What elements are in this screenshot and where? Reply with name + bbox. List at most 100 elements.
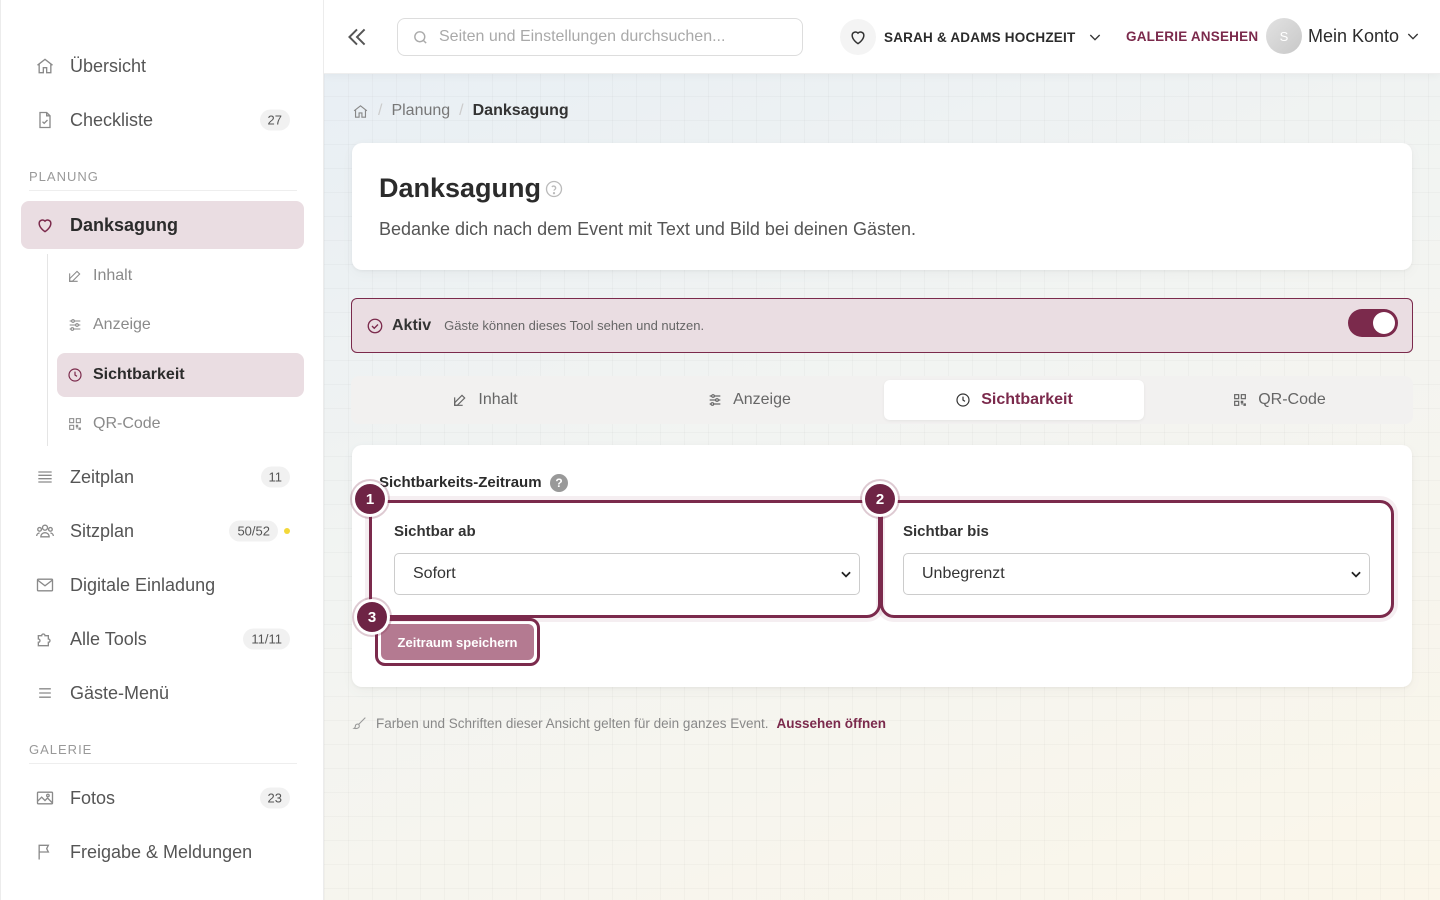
breadcrumb-separator: / <box>378 102 383 119</box>
heart-icon <box>840 19 876 55</box>
sidebar-item-label: Danksagung <box>70 214 179 235</box>
sidebar-item-label: Digitale Einladung <box>70 574 216 595</box>
breadcrumb-parent[interactable]: Planung <box>391 102 450 120</box>
breadcrumb: / Planung / Danksagung <box>352 102 569 120</box>
notification-dot <box>284 528 290 534</box>
breadcrumb-separator: / <box>459 102 464 119</box>
breadcrumb-current: Danksagung <box>472 102 569 119</box>
search-icon <box>414 30 427 44</box>
sidebar-item-label: Freigabe & Meldungen <box>70 841 253 862</box>
sidebar-item-digitale-einladung[interactable]: Digitale Einladung <box>21 561 304 609</box>
visible-from-label: Sichtbar ab <box>394 523 476 540</box>
menu-icon <box>34 682 56 704</box>
sidebar-subitem-inhalt[interactable]: Inhalt <box>57 254 304 298</box>
collapse-sidebar-icon[interactable] <box>344 24 370 50</box>
sidebar-item-uebersicht[interactable]: Übersicht <box>21 42 304 90</box>
account-menu[interactable]: S Mein Konto <box>1266 18 1421 54</box>
page-description: Bedanke dich nach dem Event mit Text und… <box>379 219 917 239</box>
sidebar: Übersicht Checkliste 27 PLANUNG Danksagu… <box>0 0 324 900</box>
sub-nav-line <box>47 254 48 446</box>
sidebar-subitem-anzeige[interactable]: Anzeige <box>57 303 304 347</box>
search-input[interactable] <box>439 28 779 46</box>
sidebar-subitem-qr-code[interactable]: QR-Code <box>57 402 304 446</box>
visibility-form-card: Sichtbarkeits-Zeitraum ? Sichtbar ab Sof… <box>352 445 1412 687</box>
sidebar-subitem-label: Anzeige <box>93 316 151 333</box>
clock-icon <box>67 367 83 383</box>
save-period-button[interactable]: Zeitraum speichern <box>381 624 534 660</box>
sidebar-item-label: Checkliste <box>70 109 154 130</box>
clock-icon <box>956 393 970 407</box>
sidebar-item-checkliste[interactable]: Checkliste 27 <box>21 96 304 144</box>
flag-icon <box>34 841 56 863</box>
footer-note: Farben und Schriften dieser Ansicht gelt… <box>352 715 886 731</box>
visible-until-value: Unbegrenzt <box>922 565 1005 582</box>
visible-until-label: Sichtbar bis <box>903 523 989 540</box>
view-gallery-link[interactable]: GALERIE ANSEHEN <box>1126 29 1258 44</box>
puzzle-icon <box>34 628 56 650</box>
sidebar-item-fotos[interactable]: Fotos 23 <box>21 774 304 822</box>
sidebar-item-label: Zeitplan <box>70 466 135 487</box>
sidebar-item-label: Übersicht <box>70 55 147 76</box>
step-marker-3: 3 <box>357 602 387 632</box>
tab-bar: Inhalt Anzeige Sichtbarkeit QR-Code <box>351 376 1413 424</box>
tab-label: Sichtbarkeit <box>981 391 1073 408</box>
tab-anzeige[interactable]: Anzeige <box>619 380 879 420</box>
sidebar-subitem-label: QR-Code <box>93 415 161 432</box>
visible-from-value: Sofort <box>413 565 456 582</box>
count-badge: 11/11 <box>243 628 290 650</box>
tab-sichtbarkeit[interactable]: Sichtbarkeit <box>884 380 1144 420</box>
sidebar-item-sitzplan[interactable]: Sitzplan 50/52 <box>21 507 304 555</box>
footer-note-text: Farben und Schriften dieser Ansicht gelt… <box>376 715 769 731</box>
tab-inhalt[interactable]: Inhalt <box>355 380 615 420</box>
highlight-box-save: Zeitraum speichern <box>375 618 540 666</box>
brush-icon <box>352 717 366 730</box>
edit-icon <box>67 268 83 284</box>
qr-code-icon <box>67 416 83 432</box>
sidebar-item-label: Fotos <box>70 787 116 808</box>
chevron-down-icon <box>1090 34 1101 41</box>
visible-from-select[interactable]: Sofort <box>394 553 860 595</box>
mail-icon <box>34 574 56 596</box>
document-check-icon <box>34 109 56 131</box>
avatar: S <box>1266 18 1302 54</box>
qr-code-icon <box>1234 394 1247 406</box>
image-icon <box>34 787 56 809</box>
sidebar-item-alle-tools[interactable]: Alle Tools 11/11 <box>21 615 304 663</box>
home-icon <box>34 55 56 77</box>
active-toggle[interactable] <box>1348 309 1398 337</box>
users-icon <box>34 520 56 542</box>
count-badge: 50/52 <box>229 520 278 542</box>
form-title: Sichtbarkeits-Zeitraum <box>379 474 542 491</box>
sidebar-subitem-sichtbarkeit[interactable]: Sichtbarkeit <box>57 353 304 397</box>
sidebar-item-freigabe-meldungen[interactable]: Freigabe & Meldungen <box>21 828 304 876</box>
status-hint: Gäste können dieses Tool sehen und nutze… <box>444 318 705 333</box>
step-marker-2: 2 <box>865 484 895 514</box>
open-appearance-link[interactable]: Aussehen öffnen <box>777 716 887 731</box>
topbar: SARAH & ADAMS HOCHZEIT GALERIE ANSEHEN S… <box>324 0 1440 74</box>
sliders-icon <box>709 394 721 406</box>
sidebar-subitem-label: Sichtbarkeit <box>93 366 185 383</box>
tab-label: QR-Code <box>1258 391 1326 408</box>
edit-icon <box>454 394 466 406</box>
help-icon[interactable]: ? <box>550 474 568 492</box>
count-badge: 11 <box>260 466 290 488</box>
step-marker-1: 1 <box>355 484 385 514</box>
tab-qr-code[interactable]: QR-Code <box>1149 380 1409 420</box>
sidebar-item-label: Sitzplan <box>70 520 135 541</box>
sidebar-item-label: Gäste-Menü <box>70 682 170 703</box>
home-icon[interactable] <box>352 103 369 120</box>
count-badge: 27 <box>259 109 290 131</box>
sidebar-item-gaeste-menue[interactable]: Gäste-Menü <box>21 669 304 717</box>
event-selector[interactable]: SARAH & ADAMS HOCHZEIT <box>840 18 1103 56</box>
count-badge: 23 <box>259 787 290 809</box>
chevron-down-icon <box>1351 571 1361 578</box>
search-box <box>397 18 803 56</box>
visible-until-select[interactable]: Unbegrenzt <box>903 553 1370 595</box>
sidebar-item-zeitplan[interactable]: Zeitplan 11 <box>21 453 304 501</box>
heart-icon <box>34 214 56 236</box>
help-icon[interactable] <box>544 179 564 199</box>
sidebar-subitem-label: Inhalt <box>93 267 133 284</box>
sidebar-item-danksagung[interactable]: Danksagung <box>21 201 304 249</box>
section-label-planung: PLANUNG <box>29 169 297 191</box>
page-title: Danksagung <box>379 173 542 203</box>
